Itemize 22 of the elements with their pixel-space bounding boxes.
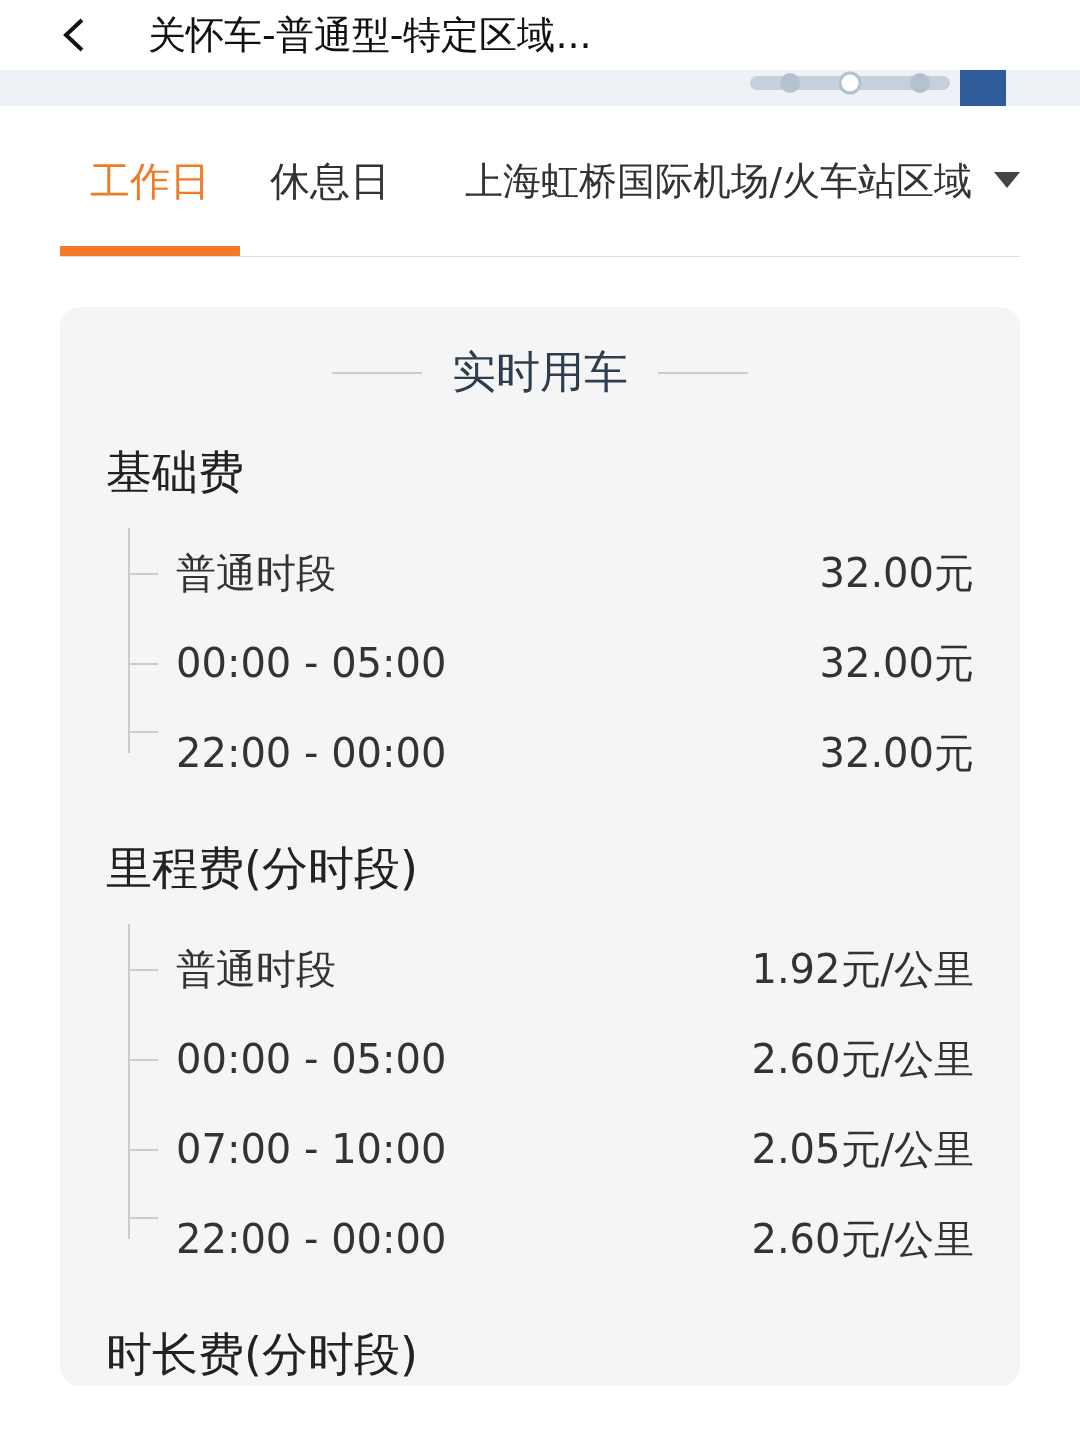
price-value: 2.60元/公里: [751, 1034, 974, 1084]
time-period-label: 22:00 - 00:00: [176, 1216, 447, 1262]
time-period-label: 普通时段: [176, 944, 336, 994]
price-value: 32.00元: [819, 728, 974, 778]
time-period-label: 00:00 - 05:00: [176, 640, 447, 686]
time-period-label: 22:00 - 00:00: [176, 730, 447, 776]
price-value: 2.60元/公里: [751, 1214, 974, 1264]
time-period-label: 00:00 - 05:00: [176, 1036, 447, 1082]
time-period-label: 07:00 - 10:00: [176, 1126, 447, 1172]
section-heading: 基础费: [106, 444, 245, 501]
area-dropdown[interactable]: 上海虹桥国际机场/火车站区域: [465, 155, 1020, 207]
card-title: 实时用车: [452, 345, 628, 399]
day-tab[interactable]: 休息日: [240, 106, 420, 256]
section-heading: 里程费(分时段): [106, 840, 419, 897]
price-value: 32.00元: [819, 548, 974, 598]
page-title: 关怀车-普通型-特定区域...: [148, 11, 592, 59]
price-value: 1.92元/公里: [751, 944, 974, 994]
time-period-label: 普通时段: [176, 548, 336, 598]
price-value: 32.00元: [819, 638, 974, 688]
caret-icon: [994, 172, 1020, 190]
price-value: 2.05元/公里: [751, 1124, 974, 1174]
section-heading: 时长费(分时段): [106, 1326, 419, 1383]
